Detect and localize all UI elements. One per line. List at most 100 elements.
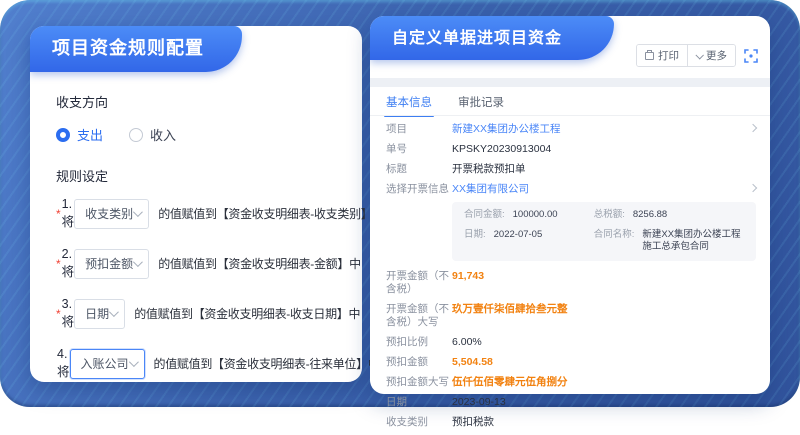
fullscreen-expand-icon[interactable] [744, 49, 758, 63]
print-icon [645, 52, 654, 60]
field-label: 标题 [386, 162, 452, 176]
print-button-label: 打印 [658, 48, 679, 63]
more-button[interactable]: 更多 [687, 45, 735, 66]
chevron-down-icon [133, 257, 143, 267]
withhold-amount-value: 5,504.58 [452, 355, 756, 369]
rule-select-2[interactable]: 预扣金额 [74, 249, 149, 279]
rule-suffix: 的值赋值到【资金收支明细表-收支日期】中 [134, 305, 360, 322]
field-row-invoice-info: 选择开票信息 XX集团有限公司 [386, 182, 756, 196]
toolbar-button-group: 打印 更多 [636, 44, 736, 67]
rule-select-1[interactable]: 收支类别 [74, 199, 149, 229]
required-marker: * [56, 307, 61, 321]
radio-expense[interactable]: 支出 [56, 125, 103, 144]
rules-label: 规则设定 [56, 166, 348, 185]
rule-suffix: 的值赋值到【资金收支明细表-往来单位】中 [154, 355, 380, 372]
radio-unselected-icon[interactable] [129, 128, 143, 142]
rule-select-value: 入账公司 [81, 355, 129, 372]
required-marker: * [56, 257, 61, 271]
withhold-amount-caps-value: 伍仟伍佰零肆元伍角捌分 [452, 375, 756, 389]
more-button-label: 更多 [706, 48, 727, 63]
field-label: 预扣比例 [386, 335, 452, 349]
field-row-withhold-ratio: 预扣比例 6.00% [386, 335, 756, 349]
field-row-invoice-amount-caps: 开票金额（不含税）大写 玖万壹仟柒佰肆拾叁元整 [386, 302, 756, 329]
rule-select-value: 日期 [85, 305, 109, 322]
field-label: 选择开票信息 [386, 182, 452, 196]
chevron-down-icon [109, 307, 119, 317]
contract-date: 日期: 2022-07-05 [464, 229, 594, 253]
tab-basic-info[interactable]: 基本信息 [386, 94, 432, 117]
rule-row-1: * 1. 将 收支类别 的值赋值到【资金收支明细表-收支类别】中 [56, 197, 348, 230]
document-toolbar: 打印 更多 [636, 44, 758, 67]
contract-info-box: 合同金额: 100000.00 总税额: 8256.88 日期: 2022-07… [452, 202, 756, 261]
contract-box-label: 日期: [464, 229, 486, 253]
document-title: 自定义单据进项目资金 [370, 16, 614, 60]
direction-label: 收支方向 [56, 92, 348, 111]
rule-number: 1. 将 [62, 197, 75, 230]
rule-number: 4. 将 [57, 347, 70, 380]
rule-suffix: 的值赋值到【资金收支明细表-金额】中 [158, 255, 361, 272]
field-row-invoice-amount: 开票金额（不含税） 91,743 [386, 269, 756, 296]
tab-approval-record[interactable]: 审批记录 [458, 94, 504, 117]
rule-config-body: 收支方向 支出 收入 规则设定 * 1. 将 收支类别 的值赋值到【资金收支明细… [56, 92, 348, 397]
document-fields: 项目 新建XX集团办公楼工程 单号 KPSKY20230913004 标题 开票… [386, 122, 756, 435]
contract-box-value: 新建XX集团办公楼工程施工总承包合同 [642, 229, 746, 253]
rule-suffix: 的值赋值到【资金收支明细表-收支类别】中 [158, 205, 384, 222]
rule-row-3: * 3. 将 日期 的值赋值到【资金收支明细表-收支日期】中 [56, 297, 348, 330]
rule-select-value: 预扣金额 [85, 255, 133, 272]
tab-divider [370, 115, 770, 116]
contract-box-value: 2022-07-05 [494, 229, 543, 253]
field-label: 预扣金额 [386, 355, 452, 369]
print-button[interactable]: 打印 [637, 45, 687, 66]
document-detail-panel: 自定义单据进项目资金 打印 更多 基本信息 审批记录 项目 新建XX集 [370, 16, 770, 394]
field-label: 收支类别 [386, 415, 452, 429]
contract-box-value: 8256.88 [633, 209, 667, 221]
contract-amount: 合同金额: 100000.00 [464, 209, 594, 221]
rule-select-value: 收支类别 [85, 205, 133, 222]
invoice-amount-caps-value: 玖万壹仟柒佰肆拾叁元整 [452, 302, 756, 316]
project-link[interactable]: 新建XX集团办公楼工程 [452, 122, 756, 136]
field-row-withhold-amount: 预扣金额 5,504.58 [386, 355, 756, 369]
rule-select-3[interactable]: 日期 [74, 299, 125, 329]
field-row-title: 标题 开票税款预扣单 [386, 162, 756, 176]
rule-row-4: 4. 将 入账公司 的值赋值到【资金收支明细表-往来单位】中 [56, 347, 348, 380]
rule-config-panel: 项目资金规则配置 收支方向 支出 收入 规则设定 * 1. 将 收支类别 的值赋… [30, 26, 362, 382]
chevron-down-icon [133, 207, 143, 217]
date-value: 2023-09-13 [452, 395, 756, 409]
radio-expense-label: 支出 [77, 125, 103, 144]
field-label: 日期 [386, 395, 452, 409]
radio-income-label: 收入 [150, 125, 176, 144]
chevron-down-icon [695, 51, 703, 59]
tab-bar: 基本信息 审批记录 [386, 94, 504, 117]
radio-income[interactable]: 收入 [129, 125, 176, 144]
contract-box-label: 合同名称: [594, 229, 635, 253]
contract-box-label: 总税额: [594, 209, 625, 221]
invoice-amount-value: 91,743 [452, 269, 756, 283]
category-value: 预扣税款 [452, 415, 756, 429]
rule-select-4[interactable]: 入账公司 [70, 349, 145, 379]
contract-box-value: 100000.00 [513, 209, 558, 221]
withhold-ratio-value: 6.00% [452, 335, 756, 349]
radio-selected-icon[interactable] [56, 128, 70, 142]
rule-config-title: 项目资金规则配置 [30, 26, 242, 72]
field-row-category: 收支类别 预扣税款 [386, 415, 756, 429]
field-label: 项目 [386, 122, 452, 136]
total-tax: 总税额: 8256.88 [594, 209, 746, 221]
field-row-project: 项目 新建XX集团办公楼工程 [386, 122, 756, 136]
field-row-doc-number: 单号 KPSKY20230913004 [386, 142, 756, 156]
field-label: 单号 [386, 142, 452, 156]
contract-box-label: 合同金额: [464, 209, 505, 221]
chevron-down-icon [128, 357, 138, 367]
field-label: 预扣金额大写 [386, 375, 452, 389]
field-row-date: 日期 2023-09-13 [386, 395, 756, 409]
required-marker: * [56, 207, 61, 221]
field-value: KPSKY20230913004 [452, 142, 756, 156]
invoice-company-link[interactable]: XX集团有限公司 [452, 182, 756, 196]
rule-number: 3. 将 [62, 297, 75, 330]
field-label: 开票金额（不含税） [386, 269, 452, 296]
field-row-withhold-amount-caps: 预扣金额大写 伍仟伍佰零肆元伍角捌分 [386, 375, 756, 389]
contract-name: 合同名称: 新建XX集团办公楼工程施工总承包合同 [594, 229, 746, 253]
field-label: 开票金额（不含税）大写 [386, 302, 452, 329]
rule-number: 2. 将 [62, 247, 75, 280]
direction-radio-group: 支出 收入 [56, 125, 348, 144]
rule-row-2: * 2. 将 预扣金额 的值赋值到【资金收支明细表-金额】中 [56, 247, 348, 280]
